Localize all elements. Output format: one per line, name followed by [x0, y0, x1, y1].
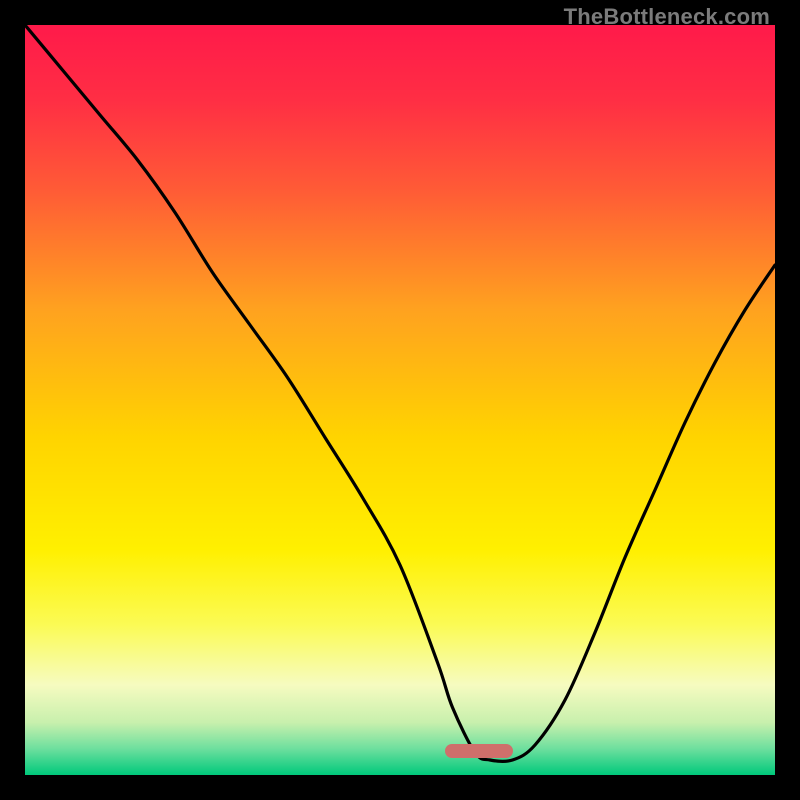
chart-frame: TheBottleneck.com: [0, 0, 800, 800]
bottleneck-curve: [25, 25, 775, 775]
optimal-range-marker: [445, 744, 513, 758]
plot-area: [25, 25, 775, 775]
